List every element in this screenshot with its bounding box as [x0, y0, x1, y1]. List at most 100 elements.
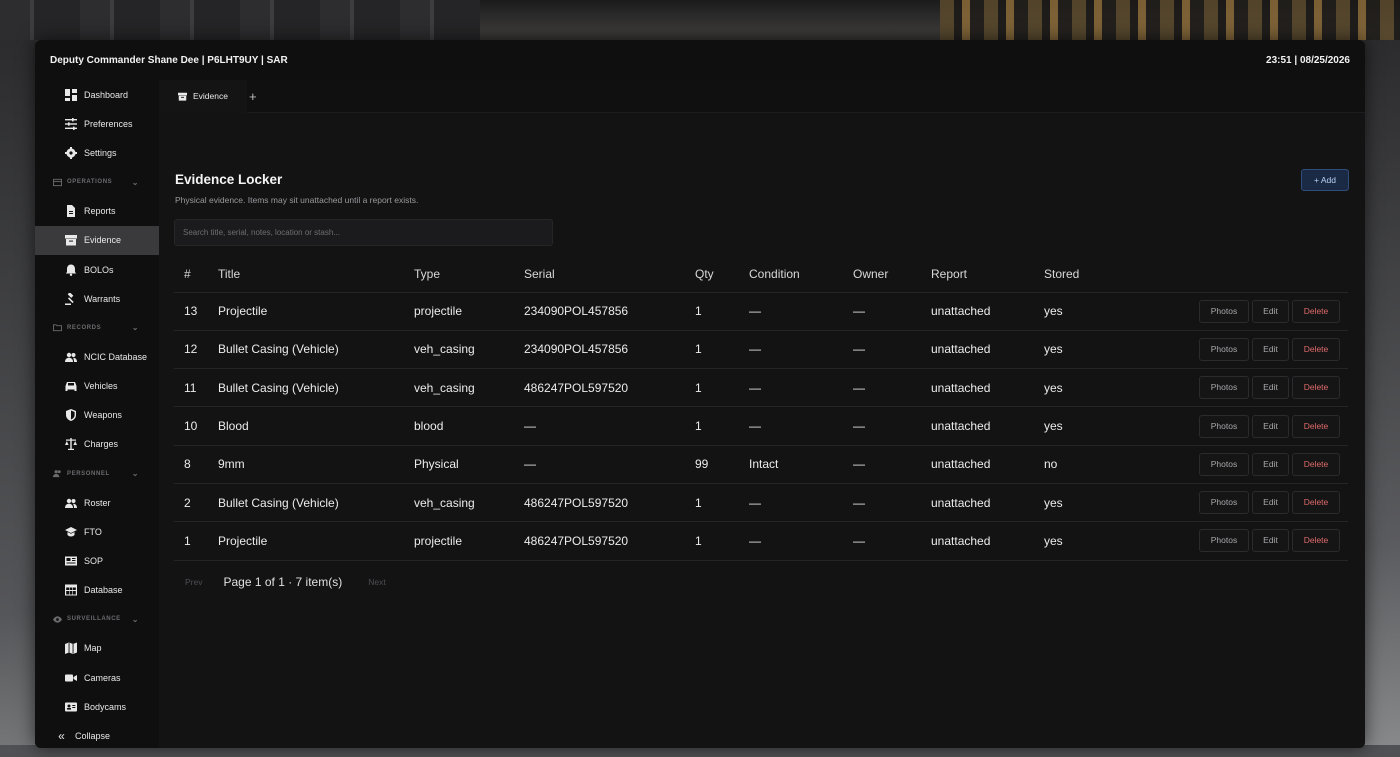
cell-actions: Photos Edit Delete — [1144, 292, 1348, 331]
cell-report: unattached — [931, 483, 1044, 523]
id-card-icon — [64, 700, 77, 713]
chevron-down-icon: ⌄ — [131, 323, 139, 333]
top-bar: Deputy Commander Shane Dee | P6LHT9UY | … — [35, 40, 1365, 80]
sidebar-item-cameras[interactable]: Cameras — [35, 663, 159, 692]
column-header-number[interactable]: # — [174, 256, 218, 293]
cell-title: Projectile — [218, 521, 414, 561]
column-header-stored[interactable]: Stored — [1044, 256, 1144, 293]
sidebar-item-label: Charges — [84, 439, 119, 450]
tab-evidence[interactable]: Evidence — [159, 79, 247, 113]
column-header-owner[interactable]: Owner — [853, 256, 931, 293]
next-page-button[interactable]: Next — [357, 577, 396, 587]
edit-button[interactable]: Edit — [1252, 299, 1289, 323]
edit-button[interactable]: Edit — [1252, 376, 1289, 400]
sidebar-item-sop[interactable]: SOP — [35, 546, 159, 575]
gear-icon — [64, 146, 77, 159]
cell-qty: 1 — [695, 521, 749, 561]
sidebar-item-bolos[interactable]: BOLOs — [35, 255, 159, 284]
table-row: 2 Bullet Casing (Vehicle) veh_casing 486… — [174, 483, 1348, 523]
edit-button[interactable]: Edit — [1252, 529, 1289, 553]
delete-button[interactable]: Delete — [1292, 491, 1340, 515]
cell-title: Projectile — [218, 292, 414, 331]
photos-button[interactable]: Photos — [1199, 452, 1249, 476]
section-surveillance[interactable]: SURVEILLANCE ⌄ — [35, 605, 159, 634]
sidebar-item-vehicles[interactable]: Vehicles — [35, 372, 159, 401]
cell-qty: 1 — [695, 483, 749, 523]
prev-page-button[interactable]: Prev — [174, 577, 213, 587]
column-header-type[interactable]: Type — [414, 256, 524, 293]
cell-actions: Photos Edit Delete — [1144, 406, 1348, 446]
sidebar-item-weapons[interactable]: Weapons — [35, 401, 159, 430]
edit-button[interactable]: Edit — [1252, 337, 1289, 361]
background-left — [0, 40, 36, 757]
section-label: PERSONNEL — [67, 470, 110, 477]
background-lights — [940, 0, 1400, 40]
sidebar-item-fto[interactable]: FTO — [35, 517, 159, 546]
photos-button[interactable]: Photos — [1199, 376, 1249, 400]
box-icon — [64, 234, 77, 247]
page-info: Page 1 of 1 · 7 item(s) — [223, 575, 343, 589]
column-header-condition[interactable]: Condition — [749, 256, 853, 293]
sidebar-item-reports[interactable]: Reports — [35, 197, 159, 226]
edit-button[interactable]: Edit — [1252, 414, 1289, 438]
photos-button[interactable]: Photos — [1199, 337, 1249, 361]
edit-button[interactable]: Edit — [1252, 452, 1289, 476]
table-row: 8 9mm Physical — 99 Intact — unattached … — [174, 445, 1348, 484]
cell-condition: — — [749, 368, 853, 408]
section-operations[interactable]: OPERATIONS ⌄ — [35, 168, 159, 197]
cell-qty: 99 — [695, 445, 749, 484]
sidebar-item-map[interactable]: Map — [35, 634, 159, 663]
add-evidence-button[interactable]: + Add — [1301, 169, 1349, 191]
cell-serial: 486247POL597520 — [524, 483, 695, 523]
sidebar-item-warrants[interactable]: Warrants — [35, 284, 159, 313]
photos-button[interactable]: Photos — [1199, 491, 1249, 515]
cell-qty: 1 — [695, 406, 749, 446]
gavel-icon — [64, 292, 77, 305]
section-records[interactable]: RECORDS ⌄ — [35, 313, 159, 342]
background-ceiling — [0, 0, 480, 40]
sidebar-item-charges[interactable]: Charges — [35, 430, 159, 459]
add-tab-button[interactable]: + — [249, 89, 257, 104]
delete-button[interactable]: Delete — [1292, 299, 1340, 323]
search-input[interactable] — [174, 219, 553, 246]
photos-button[interactable]: Photos — [1199, 529, 1249, 553]
table-row: 1 Projectile projectile 486247POL597520 … — [174, 521, 1348, 561]
clock: 23:51 | 08/25/2026 — [1266, 54, 1350, 66]
section-personnel[interactable]: PERSONNEL ⌄ — [35, 459, 159, 488]
cell-number: 2 — [174, 483, 218, 523]
users-section-icon — [53, 469, 62, 478]
table-row: 12 Bullet Casing (Vehicle) veh_casing 23… — [174, 330, 1348, 370]
sidebar-item-evidence[interactable]: Evidence — [35, 225, 159, 255]
delete-button[interactable]: Delete — [1292, 337, 1340, 361]
sidebar-item-settings[interactable]: Settings — [35, 138, 159, 167]
sidebar-item-ncic-database[interactable]: NCIC Database — [35, 342, 159, 371]
column-header-qty[interactable]: Qty — [695, 256, 749, 293]
delete-button[interactable]: Delete — [1292, 529, 1340, 553]
column-header-report[interactable]: Report — [931, 256, 1044, 293]
edit-button[interactable]: Edit — [1252, 491, 1289, 515]
photos-button[interactable]: Photos — [1199, 299, 1249, 323]
cell-title: 9mm — [218, 445, 414, 484]
delete-button[interactable]: Delete — [1292, 376, 1340, 400]
column-header-title[interactable]: Title — [218, 256, 414, 293]
cell-title: Bullet Casing (Vehicle) — [218, 483, 414, 523]
delete-button[interactable]: Delete — [1292, 452, 1340, 476]
section-label: SURVEILLANCE — [67, 616, 121, 623]
photos-button[interactable]: Photos — [1199, 414, 1249, 438]
sidebar-item-preferences[interactable]: Preferences — [35, 109, 159, 138]
sidebar-item-dashboard[interactable]: Dashboard — [35, 80, 159, 109]
sidebar-item-bodycams[interactable]: Bodycams — [35, 692, 159, 721]
delete-button[interactable]: Delete — [1292, 414, 1340, 438]
user-identity: Deputy Commander Shane Dee | P6LHT9UY | … — [50, 54, 288, 66]
cell-type: blood — [414, 406, 524, 446]
sidebar-item-roster[interactable]: Roster — [35, 488, 159, 517]
sidebar-item-label: Dashboard — [84, 89, 129, 100]
chevron-down-icon: ⌄ — [131, 614, 139, 624]
collapse-button[interactable]: « Collapse — [35, 721, 159, 748]
column-header-serial[interactable]: Serial — [524, 256, 695, 293]
sidebar-item-database[interactable]: Database — [35, 576, 159, 605]
sidebar-item-label: Weapons — [84, 410, 122, 421]
sidebar-item-label: FTO — [84, 526, 102, 537]
cell-qty: 1 — [695, 330, 749, 370]
cell-owner: — — [853, 483, 931, 523]
